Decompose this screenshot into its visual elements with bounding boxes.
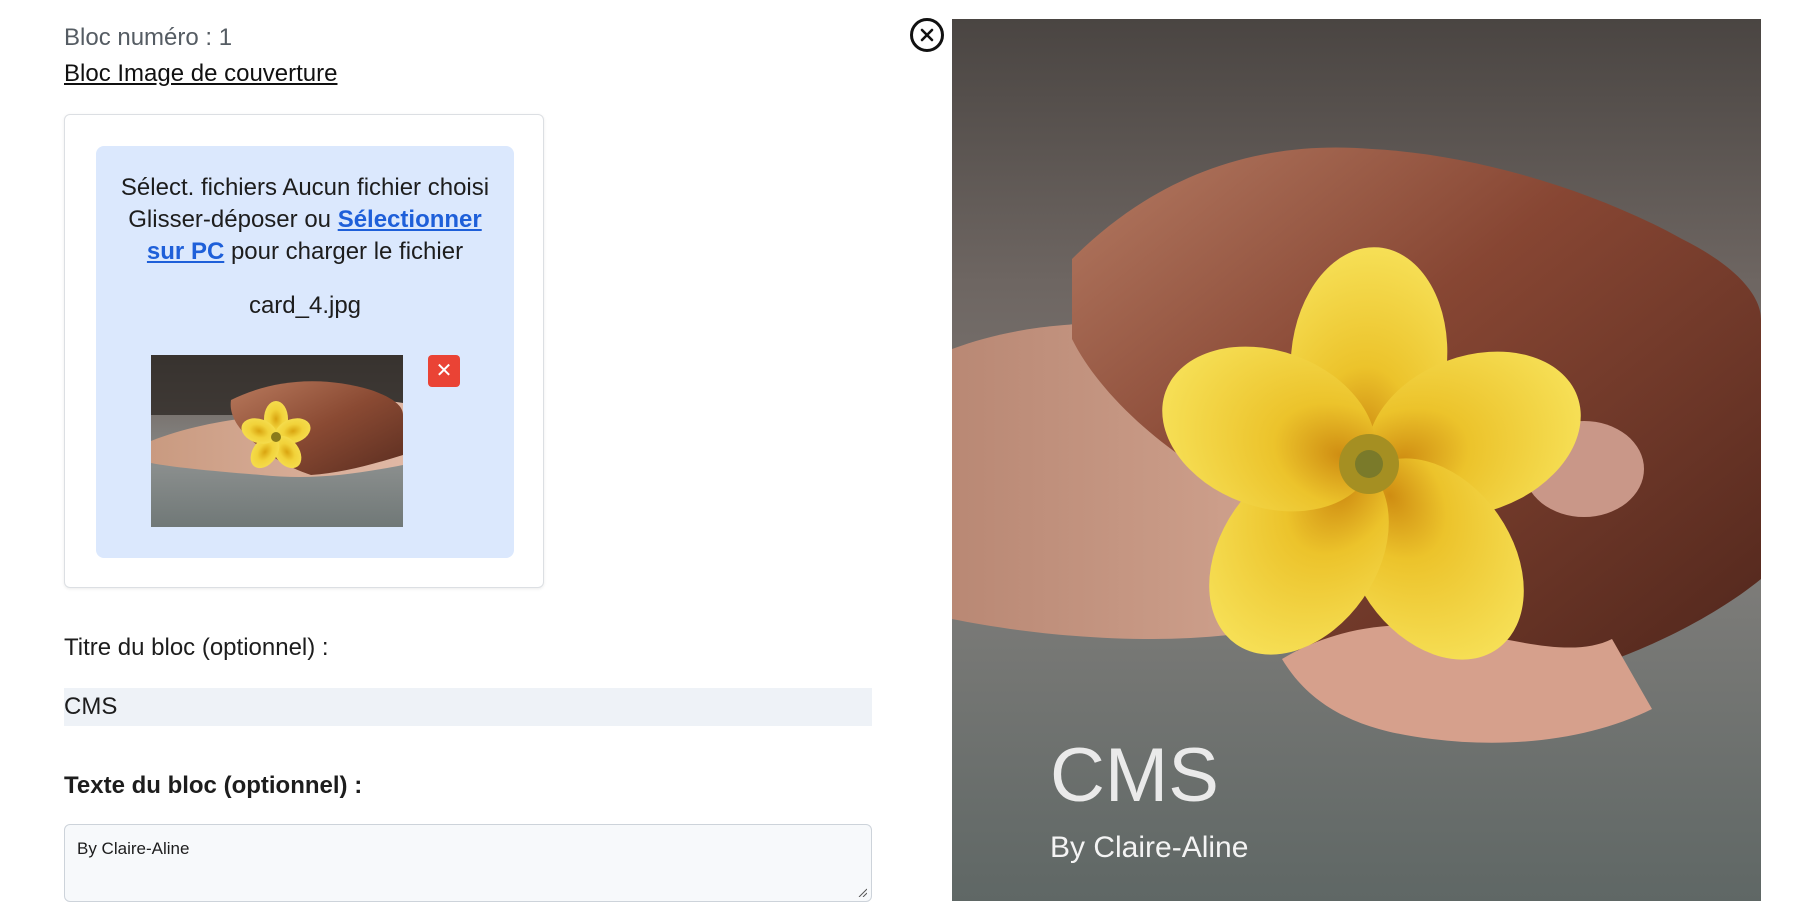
close-icon: ✕	[435, 360, 453, 382]
dropzone[interactable]: Sélect. fichiers Aucun fichier choisi Gl…	[96, 146, 514, 558]
block-text-label: Texte du bloc (optionnel) :	[64, 772, 363, 799]
cover-preview: CMS By Claire-Aline	[952, 19, 1761, 901]
flower-thumbnail-image	[151, 355, 403, 527]
native-file-button[interactable]: Sélect. fichiers	[121, 174, 277, 201]
preview-title: CMS	[1050, 733, 1219, 818]
uploaded-file-name: card_4.jpg	[248, 292, 362, 319]
image-thumbnail	[151, 355, 403, 527]
close-circle-icon	[920, 28, 934, 42]
native-file-input[interactable]: Sélect. fichiers Aucun fichier choisi	[96, 172, 514, 204]
block-text-value: By Claire-Aline	[77, 839, 190, 858]
drop-suffix: pour charger le fichier	[230, 238, 464, 265]
drop-prefix: Glisser-déposer ou	[128, 206, 332, 233]
block-type-link[interactable]: Bloc Image de couverture	[64, 58, 337, 90]
block-text-textarea[interactable]: By Claire-Aline	[64, 824, 872, 902]
resize-grip-icon[interactable]	[857, 887, 867, 897]
drop-instructions: Glisser-déposer ou Sélectionner sur PC p…	[96, 204, 514, 268]
native-file-status: Aucun fichier choisi	[282, 174, 490, 201]
block-number: Bloc numéro : 1	[64, 24, 233, 51]
block-title-input[interactable]	[64, 688, 872, 726]
block-editor: Bloc numéro : 1 Bloc Image de couverture…	[64, 22, 874, 902]
preview-subtitle: By Claire-Aline	[1050, 831, 1249, 864]
delete-image-button[interactable]: ✕	[428, 355, 460, 387]
upload-card: Sélect. fichiers Aucun fichier choisi Gl…	[64, 114, 544, 588]
close-preview-button[interactable]	[910, 18, 944, 52]
block-title-label: Titre du bloc (optionnel) :	[64, 634, 329, 661]
